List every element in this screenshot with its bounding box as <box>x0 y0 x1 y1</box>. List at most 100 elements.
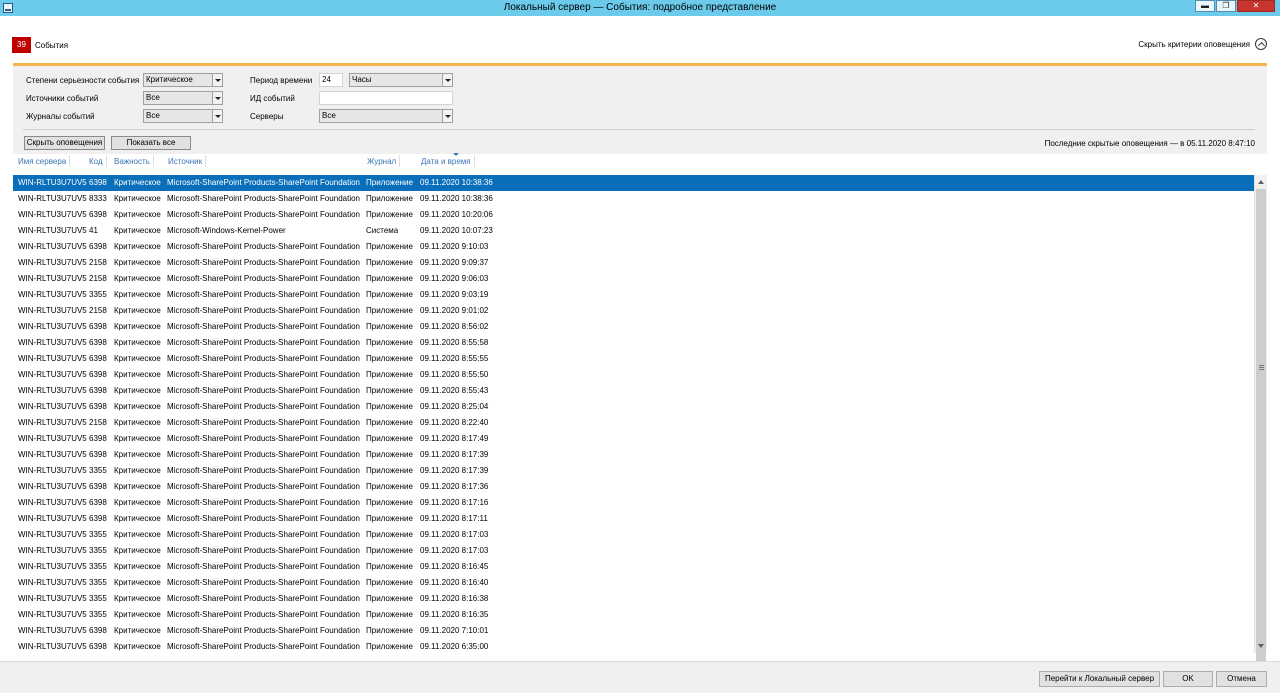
table-row[interactable]: WIN-RLTU3U7UV5 8333 Критическое Microsoft-S… <box>13 191 1254 207</box>
table-row[interactable]: WIN-RLTU3U7UV5 2158 Критическое Microsoft-S… <box>13 303 1254 319</box>
servers-dropdown[interactable]: Все <box>319 109 453 123</box>
chevron-down-icon[interactable] <box>212 74 222 86</box>
table-row[interactable]: WIN-RLTU3U7UV5 6398 Критическое Microsoft-S… <box>13 495 1254 511</box>
table-row[interactable]: WIN-RLTU3U7UV5 6398 Критическое Microsoft-S… <box>13 351 1254 367</box>
table-row[interactable]: WIN-RLTU3U7UV5 3355 Критическое Microsoft-S… <box>13 575 1254 591</box>
period-unit-dropdown[interactable]: Часы <box>349 73 453 87</box>
sources-dropdown[interactable]: Все <box>143 91 223 105</box>
cell-code: 6398 <box>89 626 107 635</box>
severity-dropdown[interactable]: Критическое <box>143 73 223 87</box>
table-row[interactable]: WIN-RLTU3U7UV5 3355 Критическое Microsoft-S… <box>13 527 1254 543</box>
cell-datetime: 09.11.2020 8:16:38 <box>420 594 489 603</box>
table-row[interactable]: WIN-RLTU3U7UV5 3355 Критическое Microsoft-S… <box>13 287 1254 303</box>
cell-severity: Критическое <box>114 594 161 603</box>
table-row[interactable]: WIN-RLTU3U7UV5 6398 Критическое Microsoft-S… <box>13 511 1254 527</box>
table-row[interactable]: WIN-RLTU3U7UV5 2158 Критическое Microsoft-S… <box>13 271 1254 287</box>
cell-server: WIN-RLTU3U7UV5 <box>18 242 87 251</box>
table-row[interactable]: WIN-RLTU3U7UV5 41 Критическое Microsoft-Win… <box>13 223 1254 239</box>
scroll-up-icon[interactable] <box>1258 180 1264 184</box>
table-row[interactable]: WIN-RLTU3U7UV5 6398 Критическое Microsoft-S… <box>13 639 1254 653</box>
cell-severity: Критическое <box>114 226 161 235</box>
cell-log: Приложение <box>366 322 413 331</box>
hide-criteria-toggle[interactable]: Скрыть критерии оповещения <box>1138 38 1267 50</box>
table-row[interactable]: WIN-RLTU3U7UV5 6398 Критическое Microsoft-S… <box>13 383 1254 399</box>
cell-source: Microsoft-SharePoint Products-SharePoint… <box>167 322 360 331</box>
chevron-down-icon[interactable] <box>212 92 222 104</box>
column-header-datetime[interactable]: Дата и время <box>421 155 475 167</box>
table-row[interactable]: WIN-RLTU3U7UV5 6398 Критическое Microsoft-S… <box>13 207 1254 223</box>
hide-alerts-button[interactable]: Скрыть оповещения <box>24 136 105 150</box>
table-row[interactable]: WIN-RLTU3U7UV5 6398 Критическое Microsoft-S… <box>13 479 1254 495</box>
event-id-input[interactable] <box>319 91 453 105</box>
cell-log: Приложение <box>366 626 413 635</box>
cell-log: Приложение <box>366 482 413 491</box>
cell-datetime: 09.11.2020 7:10:01 <box>420 626 489 635</box>
table-row[interactable]: WIN-RLTU3U7UV5 6398 Критическое Microsoft-S… <box>13 335 1254 351</box>
cell-datetime: 09.11.2020 8:55:58 <box>420 338 489 347</box>
cell-code: 2158 <box>89 274 107 283</box>
chevron-down-icon[interactable] <box>442 74 452 86</box>
cell-source: Microsoft-SharePoint Products-SharePoint… <box>167 242 360 251</box>
period-unit-value: Часы <box>352 75 372 84</box>
cell-code: 6398 <box>89 514 107 523</box>
table-row[interactable]: WIN-RLTU3U7UV5 3355 Критическое Microsoft-S… <box>13 543 1254 559</box>
table-row[interactable]: WIN-RLTU3U7UV5 3355 Критическое Microsoft-S… <box>13 463 1254 479</box>
vertical-scrollbar[interactable] <box>1254 175 1267 693</box>
table-row[interactable]: WIN-RLTU3U7UV5 2158 Критическое Microsoft-S… <box>13 255 1254 271</box>
cell-server: WIN-RLTU3U7UV5 <box>18 546 87 555</box>
table-row[interactable]: WIN-RLTU3U7UV5 6398 Критическое Microsoft-S… <box>13 623 1254 639</box>
cell-datetime: 09.11.2020 8:17:11 <box>420 514 488 523</box>
table-row[interactable]: WIN-RLTU3U7UV5 6398 Критическое Microsoft-S… <box>13 367 1254 383</box>
scrollbar-thumb[interactable] <box>1256 189 1266 693</box>
column-header-source[interactable]: Источник <box>168 155 207 167</box>
cell-log: Приложение <box>366 578 413 587</box>
table-row[interactable]: WIN-RLTU3U7UV5 6398 Критическое Microsoft-S… <box>13 399 1254 415</box>
cell-severity: Критическое <box>114 290 161 299</box>
table-row[interactable]: WIN-RLTU3U7UV5 6398 Критическое Microsoft-S… <box>13 431 1254 447</box>
table-row[interactable]: WIN-RLTU3U7UV5 6398 Критическое Microsoft-S… <box>13 175 1254 191</box>
cell-severity: Критическое <box>114 338 161 347</box>
chevron-down-icon[interactable] <box>442 110 452 122</box>
cancel-button[interactable]: Отмена <box>1216 671 1267 687</box>
restore-icon[interactable]: ❐ <box>1216 0 1236 12</box>
cell-log: Приложение <box>366 258 413 267</box>
period-input[interactable]: 24 <box>319 73 343 87</box>
goto-local-server-button[interactable]: Перейти к Локальный сервер <box>1039 671 1160 687</box>
cell-severity: Критическое <box>114 546 161 555</box>
cell-log: Приложение <box>366 610 413 619</box>
hide-criteria-label[interactable]: Скрыть критерии оповещения <box>1138 40 1250 49</box>
cell-code: 6398 <box>89 402 107 411</box>
table-row[interactable]: WIN-RLTU3U7UV5 6398 Критическое Microsoft-S… <box>13 447 1254 463</box>
last-hidden-alerts-text: Последние скрытые оповещения — в 05.11.2… <box>1044 139 1255 148</box>
show-all-button[interactable]: Показать все <box>111 136 191 150</box>
chevron-down-icon[interactable] <box>212 110 222 122</box>
close-icon[interactable]: ✕ <box>1237 0 1275 12</box>
table-row[interactable]: WIN-RLTU3U7UV5 3355 Критическое Microsoft-S… <box>13 607 1254 623</box>
table-row[interactable]: WIN-RLTU3U7UV5 6398 Критическое Microsoft-S… <box>13 319 1254 335</box>
cell-code: 6398 <box>89 338 107 347</box>
logs-dropdown[interactable]: Все <box>143 109 223 123</box>
cell-severity: Критическое <box>114 466 161 475</box>
scroll-down-icon[interactable] <box>1258 644 1264 648</box>
cell-source: Microsoft-Windows-Kernel-Power <box>167 226 286 235</box>
cell-code: 6398 <box>89 434 107 443</box>
column-header-code[interactable]: Код <box>89 155 107 167</box>
minimize-icon[interactable]: ▬ <box>1195 0 1215 12</box>
column-header-server[interactable]: Имя сервера <box>18 155 71 167</box>
cell-code: 8333 <box>89 194 107 203</box>
column-header-log[interactable]: Журнал <box>367 155 401 167</box>
ok-button[interactable]: OK <box>1163 671 1213 687</box>
cell-source: Microsoft-SharePoint Products-SharePoint… <box>167 434 360 443</box>
table-row[interactable]: WIN-RLTU3U7UV5 3355 Критическое Microsoft-S… <box>13 591 1254 607</box>
cell-source: Microsoft-SharePoint Products-SharePoint… <box>167 370 360 379</box>
collapse-chevron-up-icon[interactable] <box>1255 38 1267 50</box>
column-header-severity[interactable]: Важность <box>114 155 154 167</box>
table-row[interactable]: WIN-RLTU3U7UV5 6398 Критическое Microsoft-S… <box>13 239 1254 255</box>
cell-severity: Критическое <box>114 434 161 443</box>
events-label: События <box>35 40 69 50</box>
cell-datetime: 09.11.2020 8:17:03 <box>420 530 489 539</box>
cell-server: WIN-RLTU3U7UV5 <box>18 402 87 411</box>
table-row[interactable]: WIN-RLTU3U7UV5 3355 Критическое Microsoft-S… <box>13 559 1254 575</box>
cell-datetime: 09.11.2020 9:01:02 <box>420 306 489 315</box>
table-row[interactable]: WIN-RLTU3U7UV5 2158 Критическое Microsoft-S… <box>13 415 1254 431</box>
